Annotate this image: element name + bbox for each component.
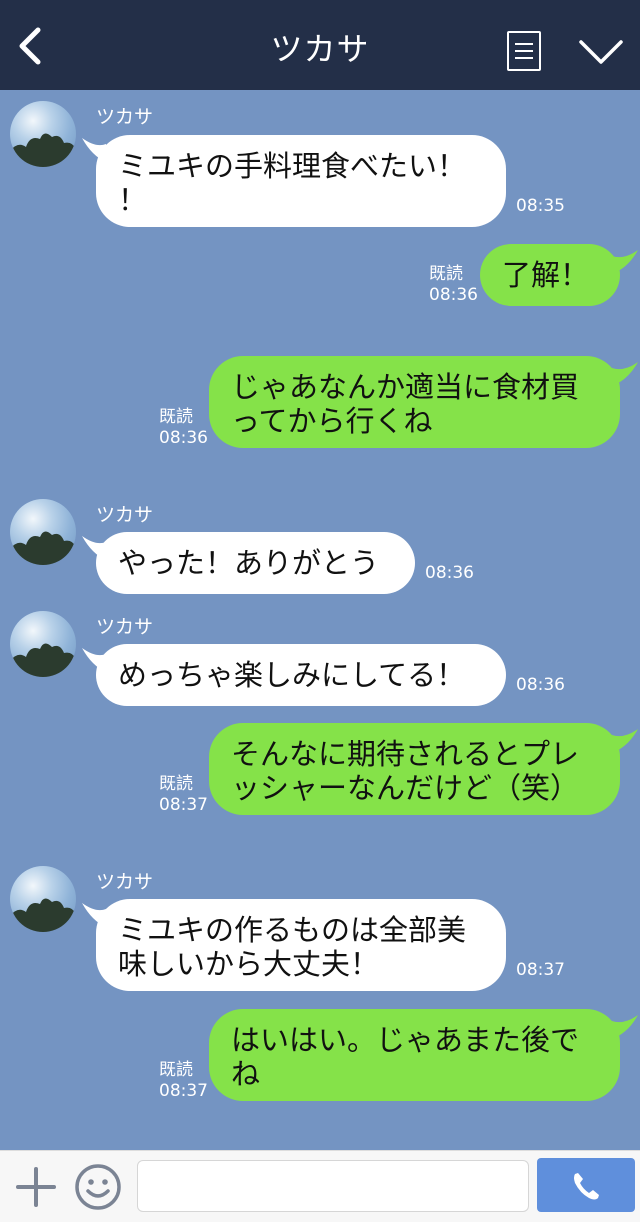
- message-time: 08:36: [429, 285, 478, 305]
- avatar[interactable]: [10, 101, 76, 167]
- message-bubble[interactable]: そんなに期待されるとプレ ッシャーなんだけど（笑）: [209, 723, 620, 815]
- message-bubble[interactable]: ミユキの作るものは全部美 味しいから大丈夫！: [96, 899, 506, 991]
- message-time: 08:37: [159, 795, 208, 815]
- chat-title: ツカサ: [270, 30, 370, 68]
- message-time: 08:36: [516, 675, 565, 695]
- sender-name: ツカサ: [96, 504, 154, 526]
- bubble-tail: [612, 362, 638, 386]
- bubble-tail: [612, 729, 638, 753]
- phone-icon: [574, 1173, 599, 1200]
- sender-name: ツカサ: [96, 106, 154, 128]
- chat-area[interactable]: ツカサ ミユキの手料理食べたい！ ！ 08:35 既読 08:36 了解！ 既読 0…: [0, 90, 640, 1150]
- message-time: 08:37: [159, 1081, 208, 1101]
- call-button[interactable]: [537, 1158, 635, 1212]
- chevron-down-icon[interactable]: [578, 38, 624, 68]
- read-receipt: 既読 08:36: [429, 264, 478, 305]
- message-input[interactable]: [137, 1160, 529, 1212]
- read-receipt: 既読 08:37: [159, 774, 208, 815]
- sender-name: ツカサ: [96, 616, 154, 638]
- read-receipt: 既読 08:36: [159, 407, 208, 448]
- message-time: 08:35: [516, 196, 565, 216]
- message-bubble[interactable]: じゃあなんか適当に食材買 ってから行くね: [209, 356, 620, 448]
- list-icon[interactable]: [507, 31, 541, 71]
- message-bubble[interactable]: はいはい。じゃあまた後で ね: [209, 1009, 620, 1101]
- message-time: 08:37: [516, 960, 565, 980]
- read-receipt: 既読 08:37: [159, 1060, 208, 1101]
- bubble-tail: [612, 1015, 638, 1039]
- message-bubble[interactable]: やった！ありがとう: [96, 532, 415, 594]
- plus-icon[interactable]: [14, 1165, 58, 1209]
- bubble-tail: [612, 250, 638, 274]
- input-bar: [0, 1150, 640, 1222]
- message-bubble[interactable]: 了解！: [480, 244, 620, 306]
- chat-header: ツカサ: [0, 0, 640, 90]
- message-bubble[interactable]: ミユキの手料理食べたい！ ！: [96, 135, 506, 227]
- message-bubble[interactable]: めっちゃ楽しみにしてる！: [96, 644, 506, 706]
- avatar[interactable]: [10, 866, 76, 932]
- message-time: 08:36: [425, 563, 474, 583]
- avatar[interactable]: [10, 499, 76, 565]
- message-time: 08:36: [159, 428, 208, 448]
- smiley-icon[interactable]: [74, 1163, 122, 1211]
- sender-name: ツカサ: [96, 871, 154, 893]
- avatar[interactable]: [10, 611, 76, 677]
